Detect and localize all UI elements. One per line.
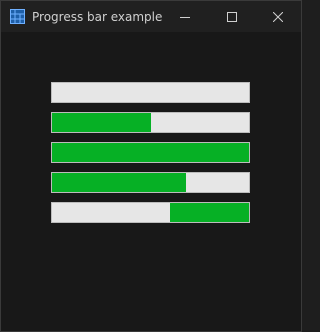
progress-bar-4 bbox=[51, 172, 250, 193]
progress-fill bbox=[52, 173, 186, 192]
progress-bar-5 bbox=[51, 202, 250, 223]
maximize-icon bbox=[227, 11, 237, 22]
maximize-button[interactable] bbox=[209, 1, 255, 32]
app-window: Progress bar example bbox=[0, 0, 302, 332]
client-area bbox=[1, 32, 301, 331]
title-bar[interactable]: Progress bar example bbox=[1, 1, 301, 32]
progress-fill bbox=[52, 143, 249, 162]
progress-fill bbox=[170, 203, 249, 222]
progress-bar-1 bbox=[51, 82, 250, 103]
close-icon bbox=[273, 11, 283, 22]
close-button[interactable] bbox=[255, 1, 301, 32]
progress-bar-3 bbox=[51, 142, 250, 163]
minimize-icon bbox=[180, 16, 190, 18]
progress-bar-2 bbox=[51, 112, 250, 133]
window-title: Progress bar example bbox=[32, 10, 163, 24]
progress-fill bbox=[52, 113, 151, 132]
app-grid-icon bbox=[10, 9, 25, 24]
minimize-button[interactable] bbox=[162, 1, 208, 32]
